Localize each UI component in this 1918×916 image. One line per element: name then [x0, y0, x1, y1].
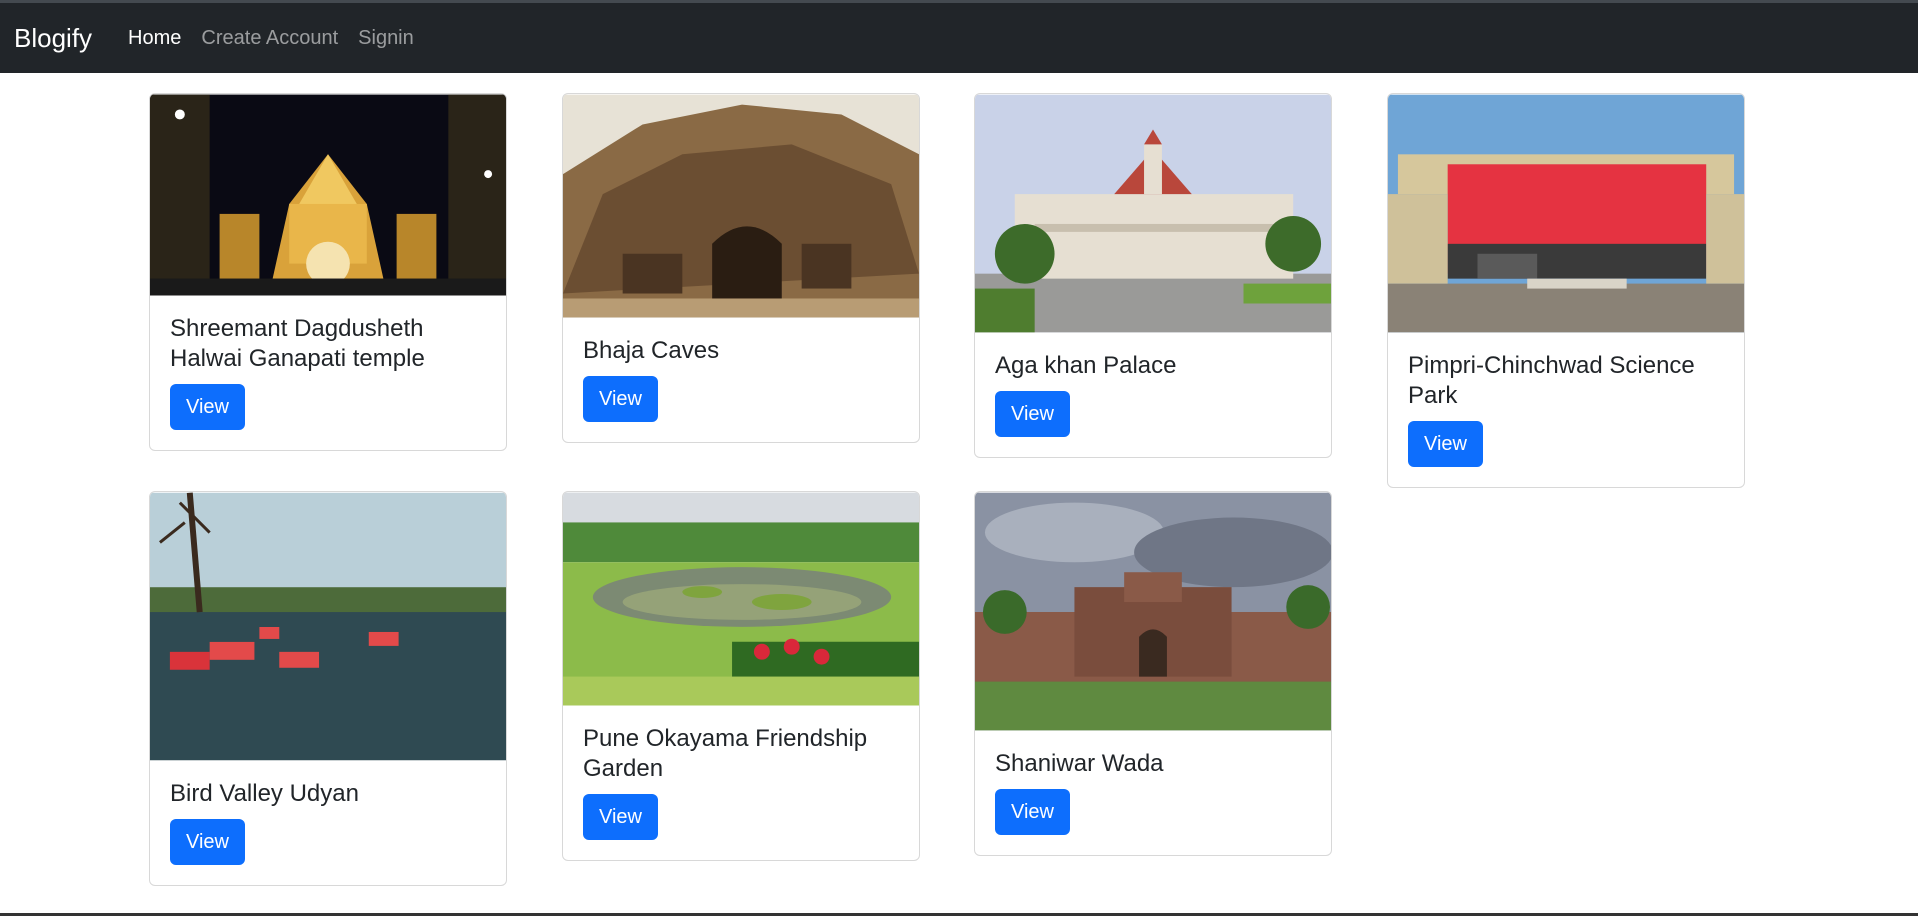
- nav-create-account-link[interactable]: Create Account: [201, 27, 338, 50]
- view-button[interactable]: View: [995, 789, 1070, 835]
- card-title: Bhaja Caves: [583, 337, 720, 364]
- view-button[interactable]: View: [170, 384, 245, 430]
- top-navbar: Blogify Home Create Account Signin: [0, 3, 1918, 73]
- view-button[interactable]: View: [583, 794, 658, 840]
- card-title: Pune Okayama Friendship Garden: [583, 725, 868, 782]
- nav-home-link[interactable]: Home: [128, 27, 181, 50]
- place-card: Shreemant Dagdusheth Halwai Ganapati tem…: [149, 93, 507, 451]
- card-title: Pimpri-Chinchwad Science Park: [1408, 352, 1695, 409]
- nav-signin-link[interactable]: Signin: [358, 27, 414, 50]
- place-card: Bird Valley Udyan View: [149, 491, 507, 886]
- brand-logo[interactable]: Blogify: [14, 23, 92, 54]
- card-image: [150, 492, 506, 761]
- place-card: Shaniwar Wada View: [974, 491, 1332, 856]
- place-card: Pimpri-Chinchwad Science Park View: [1387, 93, 1745, 488]
- card-title: Shreemant Dagdusheth Halwai Ganapati tem…: [170, 315, 425, 372]
- card-title: Bird Valley Udyan: [170, 780, 359, 807]
- place-card: Pune Okayama Friendship Garden View: [562, 491, 920, 861]
- view-button[interactable]: View: [1408, 421, 1483, 467]
- card-image: [150, 94, 506, 296]
- card-image: [1388, 94, 1744, 333]
- place-card: Bhaja Caves View: [562, 93, 920, 443]
- place-card: Aga khan Palace View: [974, 93, 1332, 458]
- view-button[interactable]: View: [583, 376, 658, 422]
- card-image: [975, 94, 1331, 333]
- card-title: Shaniwar Wada: [995, 750, 1164, 777]
- view-button[interactable]: View: [995, 391, 1070, 437]
- card-image: [563, 492, 919, 706]
- card-title: Aga khan Palace: [995, 352, 1177, 379]
- view-button[interactable]: View: [170, 819, 245, 865]
- card-image: [975, 492, 1331, 731]
- card-image: [563, 94, 919, 318]
